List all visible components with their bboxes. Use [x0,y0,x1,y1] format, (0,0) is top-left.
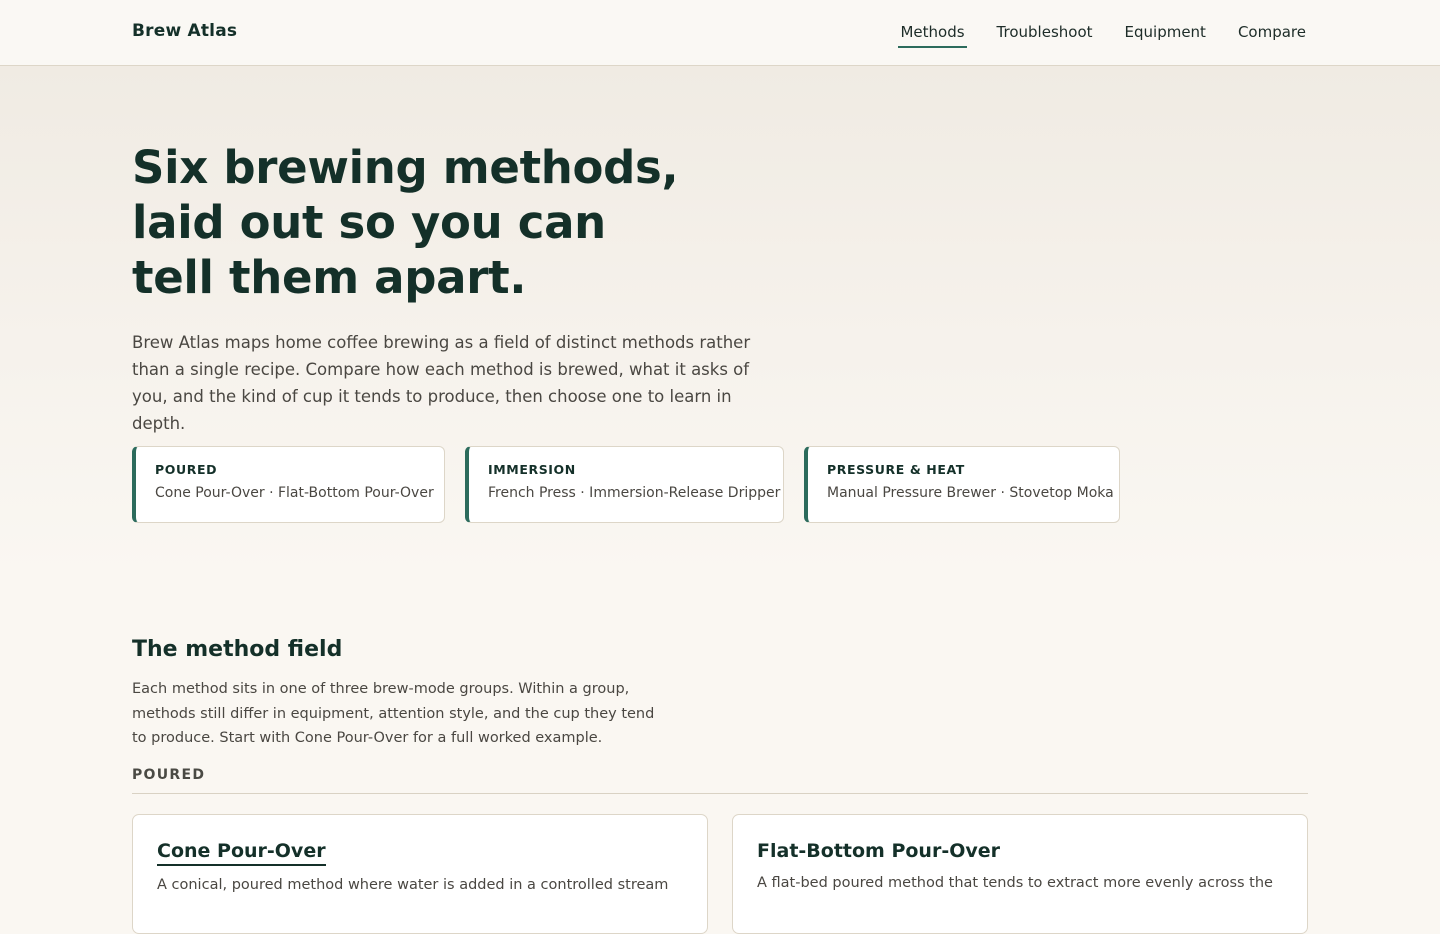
method-field-title: The method field [132,637,343,662]
hero-title: Six brewing methods, laid out so you can… [132,140,772,305]
hero-title-line: Six brewing methods, [132,141,679,194]
group-card-methods: French Press · Immersion-Release Dripper [488,485,781,501]
brand-logo[interactable]: Brew Atlas [132,21,237,41]
method-card-description: A conical, poured method where water is … [157,877,669,893]
method-field-description: Each method sits in one of three brew-mo… [132,681,655,746]
top-bar: Brew Atlas Methods Troubleshoot Equipmen… [0,0,1440,66]
group-card-name: IMMERSION [488,462,576,477]
hero-title-line: tell them apart. [132,251,527,304]
group-card-poured[interactable]: POURED Cone Pour-Over · Flat-Bottom Pour… [132,446,445,523]
method-card-title: Flat-Bottom Pour-Over [757,840,1001,862]
method-card-cone-pour-over[interactable]: Cone Pour-Over A conical, poured method … [132,814,708,934]
hero-section: Six brewing methods, laid out so you can… [0,66,1440,576]
nav-compare[interactable]: Compare [1238,0,1306,66]
group-card-pressure-heat[interactable]: PRESSURE & HEAT Manual Pressure Brewer ·… [804,446,1120,523]
group-divider [132,793,1308,794]
group-card-name: POURED [155,462,218,477]
poured-group-label: POURED [132,767,206,783]
main-nav: Methods Troubleshoot Equipment Compare [868,0,1306,66]
nav-equipment[interactable]: Equipment [1125,0,1206,66]
group-card-methods: Cone Pour-Over · Flat-Bottom Pour-Over [155,485,434,501]
hero-lede: Brew Atlas maps home coffee brewing as a… [132,333,751,433]
nav-methods[interactable]: Methods [898,0,967,66]
method-card-flat-bottom-pour-over[interactable]: Flat-Bottom Pour-Over A flat-bed poured … [732,814,1308,934]
group-card-immersion[interactable]: IMMERSION French Press · Immersion-Relea… [465,446,784,523]
method-card-description: A flat-bed poured method that tends to e… [757,875,1273,891]
hero-title-line: laid out so you can [132,196,606,249]
method-card-title-link[interactable]: Cone Pour-Over [157,840,326,866]
group-card-methods: Manual Pressure Brewer · Stovetop Moka [827,485,1114,501]
nav-troubleshoot[interactable]: Troubleshoot [997,0,1093,66]
group-card-name: PRESSURE & HEAT [827,462,965,477]
